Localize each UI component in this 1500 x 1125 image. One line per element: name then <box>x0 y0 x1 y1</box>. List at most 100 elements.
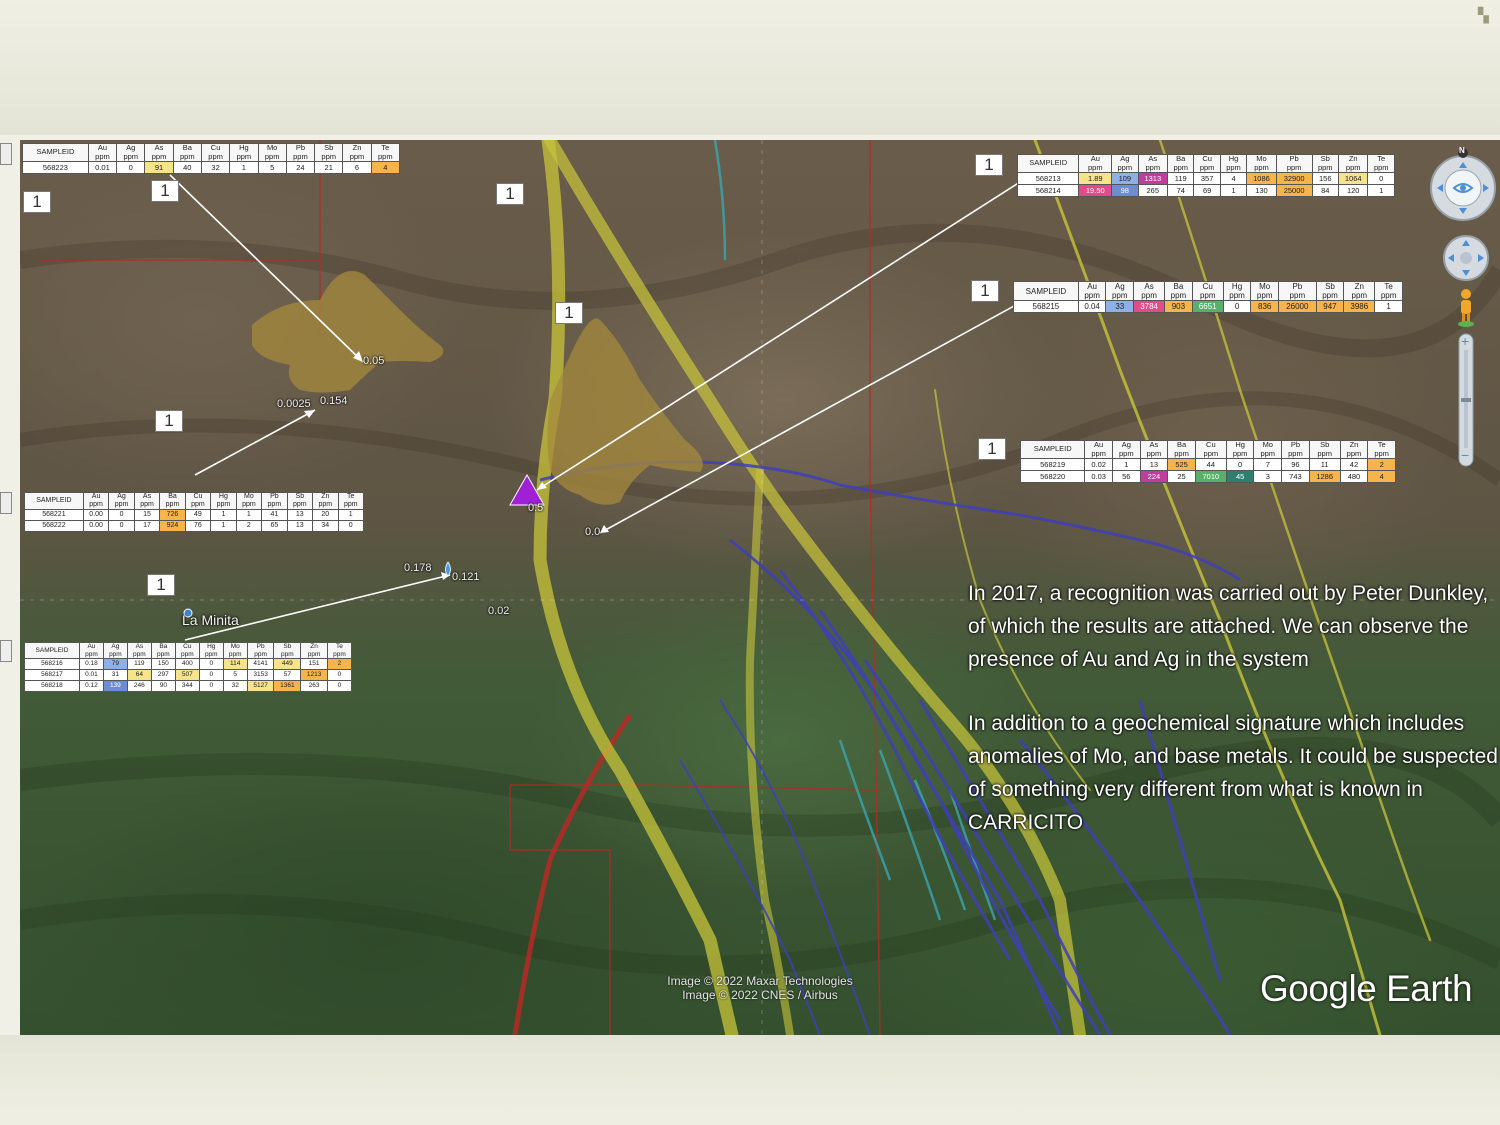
sample-marker-1[interactable]: 1 <box>151 180 179 202</box>
sample-marker-8[interactable]: 1 <box>971 280 999 302</box>
column-header: Ba ppm <box>150 642 176 659</box>
sample-marker-7[interactable]: 1 <box>975 154 1003 176</box>
table-cell: 1 <box>1367 184 1395 197</box>
table-cell: 119 <box>126 658 152 670</box>
column-header-element: Mo <box>1259 282 1271 292</box>
column-header-unit: ppm <box>1254 162 1269 172</box>
sample-marker-6[interactable]: 1 <box>147 574 175 596</box>
column-header-element: Cu <box>183 643 192 651</box>
column-header: SAMPLEID <box>24 492 84 510</box>
column-header-unit: ppm <box>1288 448 1303 458</box>
column-header-element: SAMPLEID <box>1029 158 1068 168</box>
column-header: Au ppm <box>82 492 110 510</box>
column-header: Ba ppm <box>159 492 186 510</box>
sample-marker-4[interactable]: 1 <box>555 302 583 324</box>
column-header: Ag ppm <box>116 143 146 162</box>
table-row: 568221 0.00 0 15 726 49 1 1 41 13 20 1 <box>24 509 365 521</box>
column-header-element: Ba <box>159 643 168 651</box>
column-header-element: Sb <box>295 493 305 501</box>
table-cell: 44 <box>1194 458 1227 471</box>
table-cell: 33 <box>1105 300 1135 313</box>
column-header: Te ppm <box>337 492 365 510</box>
table-cell: 0.03 <box>1084 470 1113 483</box>
table-cell: 480 <box>1339 470 1369 483</box>
column-header: Hg ppm <box>198 642 224 659</box>
assay-table-568223: SAMPLEID Au ppm Ag ppm As ppm Ba ppm Cu ppm Hg ppm Mo… <box>22 143 401 174</box>
column-header: Cu ppm <box>174 642 200 659</box>
column-header-unit: ppm <box>157 650 170 658</box>
pan-control[interactable] <box>1442 234 1490 282</box>
table-cell: 76 <box>184 520 212 532</box>
column-header: Pb ppm <box>261 492 288 510</box>
column-header: Te ppm <box>370 143 401 162</box>
table-row: 568219 0.02 1 13 525 44 0 7 96 11 42 2 <box>1019 458 1396 471</box>
table-cell: 0 <box>1222 300 1252 313</box>
column-header-unit: ppm <box>89 501 103 508</box>
table-cell: 903 <box>1164 300 1193 313</box>
column-header: Cu ppm <box>200 143 231 162</box>
table-cell: 0.01 <box>78 669 104 681</box>
compass-control[interactable]: N <box>1428 146 1498 224</box>
table-cell: 4 <box>1367 470 1396 483</box>
table-cell: 0.12 <box>78 680 104 692</box>
table-cell: 836 <box>1250 300 1280 313</box>
table-cell: 32 <box>222 680 248 692</box>
column-header-unit: ppm <box>204 650 218 658</box>
column-header: Cu ppm <box>1193 154 1221 173</box>
table-cell: 114 <box>222 658 248 670</box>
column-header-element: Sb <box>1325 282 1335 292</box>
table-cell: 357 <box>1193 172 1221 185</box>
table-cell: 568216 <box>24 658 80 670</box>
column-header-unit: ppm <box>123 151 139 161</box>
column-header: As ppm <box>1139 440 1169 459</box>
value-label: 0.0 <box>585 526 601 538</box>
zoom-in-button[interactable]: + <box>1461 334 1469 348</box>
column-header-element: Te <box>336 643 343 651</box>
table-cell: 568220 <box>1019 470 1086 483</box>
sample-marker-3[interactable]: 1 <box>496 183 524 205</box>
column-header-unit: ppm <box>151 151 167 161</box>
zoom-slider[interactable]: + − <box>1456 332 1476 468</box>
table-cell: 0 <box>108 509 135 521</box>
column-header: Au ppm <box>1084 440 1113 459</box>
google-earth-logo: Google Earth <box>1260 968 1473 1009</box>
left-edge-tab <box>0 640 12 662</box>
column-header: Zn ppm <box>300 642 328 659</box>
zoom-out-button[interactable]: − <box>1461 448 1469 462</box>
column-header-unit: ppm <box>1260 448 1276 458</box>
table-cell: 45 <box>1225 470 1255 483</box>
annotation-paragraph-2: In addition to a geochemical signature w… <box>968 712 1498 834</box>
table-cell: 11 <box>1308 458 1341 471</box>
street-view-pegman-icon[interactable] <box>1454 288 1478 328</box>
column-header: Ba ppm <box>1167 440 1196 459</box>
column-header: Mo ppm <box>1250 281 1280 301</box>
table-cell: 568214 <box>1016 184 1080 197</box>
sample-marker-5[interactable]: 1 <box>155 410 183 432</box>
table-cell: 64 <box>126 669 152 681</box>
column-header: Te ppm <box>326 642 353 659</box>
table-cell: 15 <box>133 509 161 521</box>
sample-marker-9[interactable]: 1 <box>978 438 1006 460</box>
column-header-unit: ppm <box>1229 291 1245 300</box>
column-header-element: Cu <box>1202 282 1213 292</box>
sample-marker-2[interactable]: 1 <box>23 191 51 213</box>
column-header-unit: ppm <box>1117 162 1133 172</box>
table-cell: 42 <box>1339 458 1369 471</box>
column-header: Cu ppm <box>184 492 212 510</box>
table-cell: 1064 <box>1337 172 1369 185</box>
column-header: Mo ppm <box>1253 440 1283 459</box>
satellite-map[interactable]: 1 1 1 1 1 1 1 1 1 0.05 0.0025 0.154 0.17… <box>20 140 1500 1035</box>
table-cell: 0 <box>337 520 365 532</box>
drop-marker[interactable] <box>445 561 451 577</box>
column-header: Sb ppm <box>1311 154 1339 173</box>
table-cell: 2 <box>235 520 263 532</box>
column-header-element: Sb <box>283 643 292 651</box>
table-cell: 0.00 <box>82 520 110 532</box>
column-header-element: Mo <box>244 493 254 501</box>
credit-line-2: Image © 2022 CNES / Airbus <box>682 988 838 1002</box>
column-header-unit: ppm <box>281 650 294 658</box>
column-header-unit: ppm <box>1286 162 1302 172</box>
table-cell: 344 <box>174 680 200 692</box>
table-cell: 13 <box>286 509 314 521</box>
column-header: Hg ppm <box>1222 281 1252 301</box>
